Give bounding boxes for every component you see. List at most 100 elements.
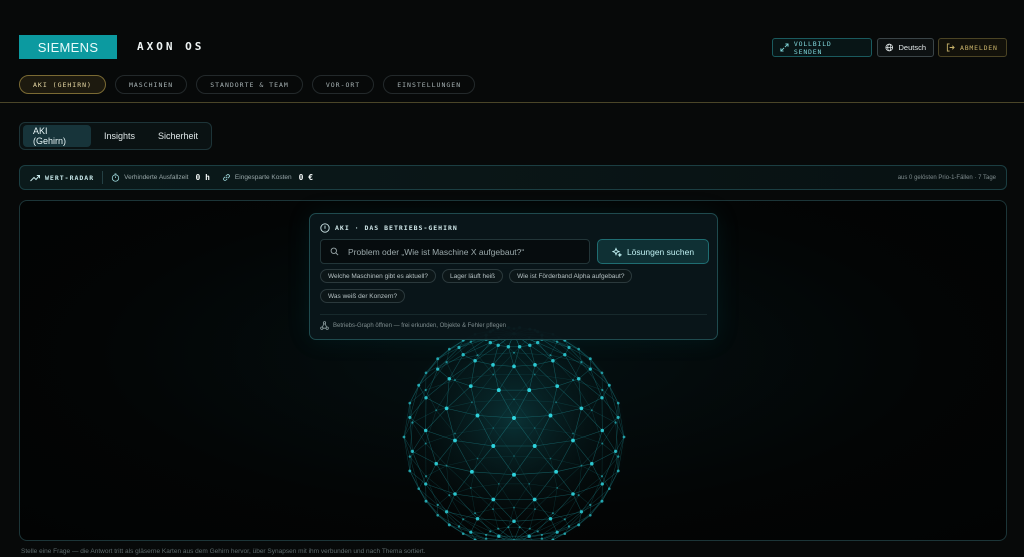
neuron-node bbox=[512, 472, 516, 477]
neuron-node bbox=[563, 353, 567, 357]
neuron-node bbox=[563, 518, 566, 521]
neuron-node bbox=[616, 401, 620, 405]
open-graph-link[interactable]: Betriebs-Graph öffnen — frei erkunden, O… bbox=[320, 321, 506, 330]
logout-button[interactable]: ABMELDEN bbox=[938, 38, 1007, 57]
neuron-node bbox=[489, 530, 492, 533]
neuron-node bbox=[424, 371, 428, 375]
synapse-line bbox=[508, 540, 514, 541]
neuron-node bbox=[533, 427, 536, 429]
neuron-node bbox=[506, 345, 511, 349]
neuron-node bbox=[589, 503, 592, 507]
neuron-node bbox=[567, 345, 571, 350]
neuron-node bbox=[417, 487, 420, 490]
neuron-node bbox=[540, 537, 544, 540]
synapse-line bbox=[514, 540, 520, 541]
neuron-node bbox=[571, 492, 575, 496]
synapse-line bbox=[514, 540, 538, 541]
neuron-node bbox=[447, 523, 451, 527]
neuron-node bbox=[507, 526, 510, 529]
neuron-node bbox=[563, 532, 567, 536]
neuron-node bbox=[572, 379, 574, 381]
neuron-node bbox=[513, 398, 515, 401]
problem-search-input[interactable] bbox=[348, 246, 583, 257]
neuron-node bbox=[424, 499, 428, 503]
open-graph-label: Betriebs-Graph öffnen — frei erkunden, O… bbox=[333, 322, 506, 329]
neuron-node bbox=[548, 517, 553, 521]
fullscreen-send-button[interactable]: VOLLBILD SENDEN bbox=[772, 38, 872, 57]
neuron-node bbox=[616, 415, 620, 419]
neuron-node bbox=[517, 345, 522, 349]
suggestion-chip-machines[interactable]: Welche Maschinen gibt es aktuell? bbox=[320, 269, 436, 283]
nav-item-machines[interactable]: MASCHINEN bbox=[114, 75, 188, 94]
synapse-line bbox=[514, 540, 530, 541]
nav-item-on-site[interactable]: VOR-ORT bbox=[311, 75, 375, 94]
nav-item-aki[interactable]: AKI (GEHIRN) bbox=[19, 75, 106, 94]
neuron-node bbox=[556, 486, 559, 489]
neuron-node bbox=[491, 363, 495, 367]
neuron-node bbox=[474, 512, 477, 515]
neuron-node bbox=[572, 432, 574, 435]
tab-security[interactable]: Sicherheit bbox=[148, 125, 208, 147]
tab-aki-brain[interactable]: AKI (Gehirn) bbox=[23, 125, 91, 147]
app-title: AXON OS bbox=[137, 40, 205, 53]
neuron-node bbox=[424, 442, 427, 445]
neuron-node bbox=[601, 442, 604, 445]
main-nav: AKI (GEHIRN) MASCHINEN STANDORTE & TEAM … bbox=[19, 75, 476, 94]
trend-up-icon bbox=[30, 174, 40, 181]
synapse-line bbox=[514, 540, 538, 541]
neuron-node bbox=[590, 461, 594, 466]
neuron-node bbox=[436, 367, 440, 371]
nav-item-locations-team[interactable]: STANDORTE & TEAM bbox=[196, 75, 303, 94]
suggestion-chip-conveyor-alpha[interactable]: Wie ist Förderband Alpha aufgebaut? bbox=[509, 269, 633, 283]
neural-brain-sphere[interactable] bbox=[398, 321, 630, 541]
fullscreen-send-label: VOLLBILD SENDEN bbox=[793, 39, 832, 56]
neuron-node bbox=[571, 438, 575, 443]
sub-tabs: AKI (Gehirn) Insights Sicherheit bbox=[19, 122, 212, 150]
neuron-node bbox=[532, 444, 537, 448]
neuron-node bbox=[408, 415, 412, 419]
neuron-node bbox=[512, 519, 516, 524]
radar-title: WERT-RADAR bbox=[30, 174, 94, 182]
neuron-node bbox=[453, 438, 457, 443]
neuron-node bbox=[528, 527, 531, 530]
find-solutions-label: Lösungen suchen bbox=[626, 246, 695, 257]
neuron-node bbox=[469, 530, 473, 534]
savings-metric: Eingesparte Kosten 0 € bbox=[222, 173, 313, 182]
suggestion-chip-corporate[interactable]: Was weiß der Konzern? bbox=[320, 289, 406, 303]
problem-search-field[interactable] bbox=[320, 239, 590, 264]
language-label: Deutsch bbox=[898, 43, 926, 52]
graph-nodes-icon bbox=[320, 321, 329, 330]
downtime-label: Verhinderte Ausfallzeit bbox=[124, 174, 189, 181]
nav-item-settings[interactable]: EINSTELLUNGEN bbox=[383, 75, 476, 94]
radar-note: aus 0 gelösten Prio-1-Fällen · 7 Tage bbox=[897, 174, 996, 181]
neuron-node bbox=[513, 506, 515, 509]
tab-insights[interactable]: Insights bbox=[94, 125, 145, 147]
suggestion-chip-bearing-hot[interactable]: Lager läuft heiß bbox=[441, 269, 504, 283]
neuron-node bbox=[608, 487, 611, 490]
neuron-node bbox=[513, 455, 515, 457]
neuron-node bbox=[579, 510, 584, 514]
neuron-node bbox=[600, 371, 604, 375]
neuron-node bbox=[496, 388, 501, 393]
neuron-node bbox=[491, 444, 496, 448]
neuron-node bbox=[469, 486, 472, 489]
neuron-node bbox=[436, 503, 439, 507]
synapse-line bbox=[490, 540, 514, 541]
language-select[interactable]: Deutsch bbox=[877, 38, 934, 57]
neuron-node bbox=[600, 482, 604, 486]
siemens-logo[interactable]: SIEMENS bbox=[19, 35, 117, 59]
neuron-node bbox=[411, 421, 414, 424]
neuron-node bbox=[461, 532, 465, 536]
neuron-node bbox=[555, 530, 559, 534]
find-solutions-button[interactable]: Lösungen suchen bbox=[597, 239, 709, 264]
neuron-node bbox=[492, 427, 495, 429]
neuron-node bbox=[476, 354, 479, 357]
neuron-node bbox=[424, 482, 428, 486]
neuron-node bbox=[614, 421, 617, 424]
neuron-node bbox=[444, 406, 449, 411]
expand-arrows-icon bbox=[780, 43, 789, 52]
neuron-node bbox=[471, 401, 473, 404]
neuron-node bbox=[453, 492, 457, 496]
neuron-node bbox=[447, 347, 451, 351]
neuron-node bbox=[551, 512, 554, 515]
